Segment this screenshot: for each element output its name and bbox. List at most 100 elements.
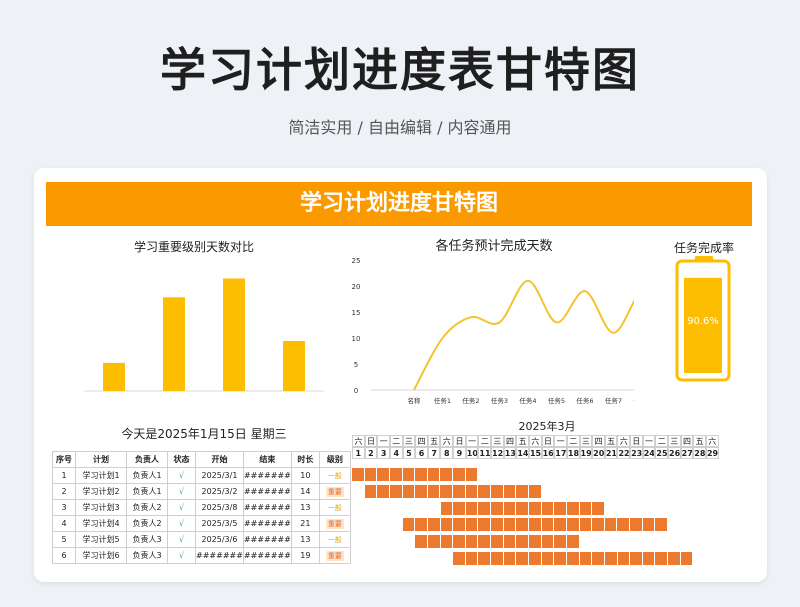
gantt-day-block [541,518,555,532]
weekday-cell: 四 [592,435,605,447]
table-cell-plan: 学习计划4 [75,515,127,532]
table-row: 3 学习计划3 负责人2 √ 2025/3/8 ####### 13 一般 [52,499,351,516]
gantt-day-block [415,484,428,498]
table-cell-status: √ [167,499,196,516]
day-cell: 28 [693,447,706,459]
weekday-cell: 二 [566,435,580,447]
gantt-bar [453,552,694,565]
day-cell: 10 [465,447,479,459]
page-title: 学习计划进度表甘特图 [160,43,640,97]
gantt-day-block [465,552,479,565]
table-cell-seq: 2 [52,483,76,500]
table-cell-owner: 负责人2 [126,515,168,532]
table-cell-status: √ [167,515,196,532]
table-cell-start: 2025/3/5 [195,515,244,532]
weekday-cell: 日 [453,435,466,447]
gantt-bar [352,468,479,481]
gantt-day-block [617,552,631,565]
gantt-day-block [541,535,555,549]
completion-label: 90.6% [687,316,719,327]
weekday-cell: 六 [617,435,631,447]
gantt-day-block [491,518,504,532]
level-badge: 一般 [327,535,342,544]
gantt-day-block [529,501,542,515]
gantt-day-block [364,484,378,498]
day-cell: 19 [579,447,593,459]
table-row: 6 学习计划6 负责人3 √ ####### ####### 19 重要 [52,547,351,564]
gantt-day-block [440,484,454,498]
plan-table: 序号 计划 负责人 状态 开始 结束 时长 级别 1 学习计划1 负责人1 √ 2025… [52,451,351,564]
day-cell: 26 [668,447,681,459]
gantt-day-block [642,552,656,565]
y-tick-label: 20 [352,283,361,291]
weekday-cell: 六 [352,435,365,447]
table-cell-seq: 5 [52,531,76,548]
day-cell: 5 [402,447,416,459]
bar [283,341,305,391]
weekday-cell: 三 [491,435,504,447]
weekday-cell: 日 [630,435,643,447]
gantt-day-block [503,552,517,565]
table-row: 2 学习计划2 负责人1 √ 2025/3/2 ####### 14 重要 [52,483,351,500]
day-cell: 27 [680,447,694,459]
banner-title: 学习计划进度甘特图 [46,182,752,226]
gantt-day-block [440,518,454,532]
gantt-day-block [516,484,529,498]
weekday-cell: 二 [478,435,492,447]
weekday-cell: 一 [377,435,390,447]
x-tick-label: 任务4 [519,396,536,405]
gantt-day-block [668,552,681,565]
completion-title: 任务完成率 [673,241,734,255]
gantt-day-block [554,501,567,515]
day-row: 1 2 3 4 5 6 7 8 9 10 11 12 13 14 15 16 17 18 19 20 21 22 23 24 2… [352,447,719,459]
gantt-day-block [655,552,669,565]
gantt-day-block [642,518,656,532]
gantt-day-block [440,501,454,515]
bar-chart [84,278,324,392]
day-cell: 18 [566,447,580,459]
day-cell: 22 [617,447,631,459]
gantt-day-block [377,468,390,481]
table-cell-dur: 13 [290,499,320,516]
weekday-cell: 二 [389,435,403,447]
gantt-day-block [465,501,479,515]
gantt-day-block [478,552,492,565]
weekday-row: 六日一二三四五六日一二三四五六日一二三四五六日一二三四五六 [352,435,719,447]
weekday-cell: 三 [579,435,593,447]
table-cell-seq: 4 [52,515,76,532]
day-cell: 2 [364,447,378,459]
col-header: 序号 [52,451,76,468]
y-tick-label: 15 [352,309,361,317]
gantt-day-block [630,552,643,565]
table-cell-plan: 学习计划3 [75,499,127,516]
day-cell: 23 [630,447,643,459]
gantt-day-block [529,518,542,532]
gantt-day-block [364,468,378,481]
x-tick-label: 任务8 [633,396,634,405]
weekday-cell: 三 [402,435,416,447]
weekday-cell: 三 [668,435,681,447]
gantt-day-block [402,484,416,498]
gantt-day-block [427,518,441,532]
gantt-day-block [427,484,441,498]
y-tick-label: 5 [354,361,358,369]
series-line [413,279,634,391]
level-badge: 一般 [327,471,342,480]
gantt-day-block [630,518,643,532]
gantt-day-block [566,552,580,565]
gantt-day-block [529,535,542,549]
table-cell-level: 一般 [318,499,351,516]
weekday-cell: 五 [427,435,441,447]
table-cell-owner: 负责人3 [126,531,168,548]
x-tick-label: 任务1 [434,396,451,405]
weekday-cell: 四 [680,435,694,447]
gantt-day-block [680,552,694,565]
bar [223,278,245,391]
bar [103,362,125,391]
col-header: 状态 [167,451,196,468]
gantt-day-block [453,484,466,498]
col-header: 开始 [195,451,244,468]
table-cell-dur: 14 [290,483,320,500]
x-tick-label: 任务6 [576,396,593,405]
table-cell-status: √ [167,531,196,548]
